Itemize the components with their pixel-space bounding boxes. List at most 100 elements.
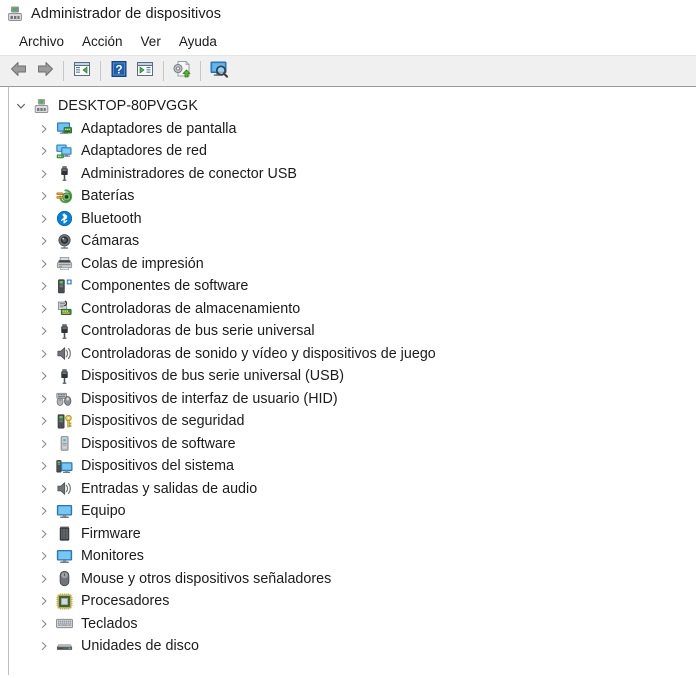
chevron-right-icon[interactable] [36, 301, 52, 317]
speaker-icon [55, 345, 73, 363]
scan-hardware-changes-button[interactable] [206, 59, 232, 83]
tree-item-label: Firmware [81, 525, 141, 542]
chevron-right-icon[interactable] [36, 233, 52, 249]
computer-icon [55, 502, 73, 520]
device-tree: DESKTOP-80PVGGK Adaptadores de pantalla … [9, 87, 696, 658]
chevron-right-icon[interactable] [36, 526, 52, 542]
chevron-right-icon[interactable] [36, 436, 52, 452]
mouse-icon [55, 570, 73, 588]
tree-item-baterias[interactable]: Baterías [9, 185, 696, 208]
tree-item-entradas-y-salidas-de-audio[interactable]: Entradas y salidas de audio [9, 478, 696, 501]
title-bar: Administrador de dispositivos [0, 0, 696, 28]
tree-item-label: Controladoras de sonido y vídeo y dispos… [81, 345, 436, 362]
chevron-right-icon[interactable] [36, 571, 52, 587]
chevron-right-icon[interactable] [36, 593, 52, 609]
tree-item-componentes-de-software[interactable]: Componentes de software [9, 275, 696, 298]
back-arrow-icon [9, 59, 29, 84]
tree-item-bluetooth[interactable]: Bluetooth [9, 208, 696, 231]
properties-button[interactable] [132, 59, 158, 83]
chevron-right-icon[interactable] [36, 323, 52, 339]
tree-item-label: Controladoras de almacenamiento [81, 300, 301, 317]
help-question-icon: ? [109, 59, 129, 84]
tree-item-controladoras-de-bus-serie-universal[interactable]: Controladoras de bus serie universal [9, 320, 696, 343]
tree-item-label: Monitores [81, 548, 144, 565]
back-button[interactable] [6, 59, 32, 83]
chevron-right-icon[interactable] [36, 638, 52, 654]
tree-item-controladoras-de-almacenamiento[interactable]: Controladoras de almacenamiento [9, 298, 696, 321]
update-driver-button[interactable] [169, 59, 195, 83]
audio-io-icon [55, 480, 73, 498]
forward-button[interactable] [32, 59, 58, 83]
tree-item-dispositivos-de-seguridad[interactable]: Dispositivos de seguridad [9, 410, 696, 433]
software-device-icon [55, 435, 73, 453]
tree-item-camaras[interactable]: Cámaras [9, 230, 696, 253]
tree-item-unidades-de-disco[interactable]: Unidades de disco [9, 635, 696, 658]
tree-item-dispositivos-de-interfaz-de-usuario[interactable]: Dispositivos de interfaz de usuario (HID… [9, 388, 696, 411]
storage-controller-icon [55, 300, 73, 318]
show-hide-console-tree-button[interactable] [69, 59, 95, 83]
console-tree-pane: DESKTOP-80PVGGK Adaptadores de pantalla … [8, 87, 696, 675]
toolbar-separator-3 [163, 61, 164, 81]
update-driver-icon [172, 59, 192, 84]
chevron-right-icon[interactable] [36, 211, 52, 227]
chevron-right-icon[interactable] [36, 188, 52, 204]
tree-item-equipo[interactable]: Equipo [9, 500, 696, 523]
processor-icon [55, 592, 73, 610]
tree-item-monitores[interactable]: Monitores [9, 545, 696, 568]
tree-item-label: Dispositivos de interfaz de usuario (HID… [81, 390, 338, 407]
device-manager-icon [6, 5, 24, 23]
chevron-right-icon[interactable] [36, 413, 52, 429]
tree-root-node[interactable]: DESKTOP-80PVGGK [9, 95, 696, 118]
tree-item-adaptadores-de-red[interactable]: Adaptadores de red [9, 140, 696, 163]
tree-item-dispositivos-del-sistema[interactable]: Dispositivos del sistema [9, 455, 696, 478]
tree-item-firmware[interactable]: Firmware [9, 523, 696, 546]
tree-item-teclados[interactable]: Teclados [9, 613, 696, 636]
tree-item-procesadores[interactable]: Procesadores [9, 590, 696, 613]
security-key-icon [55, 412, 73, 430]
tree-item-adaptadores-de-pantalla[interactable]: Adaptadores de pantalla [9, 118, 696, 141]
menu-archivo[interactable]: Archivo [10, 31, 73, 52]
svg-text:?: ? [115, 64, 122, 76]
tree-item-controladoras-de-sonido-y-video[interactable]: Controladoras de sonido y vídeo y dispos… [9, 343, 696, 366]
chevron-right-icon[interactable] [36, 548, 52, 564]
chevron-down-icon[interactable] [13, 98, 29, 114]
tree-item-mouse-y-otros-dispositivos[interactable]: Mouse y otros dispositivos señaladores [9, 568, 696, 591]
chevron-right-icon[interactable] [36, 166, 52, 182]
tree-root-label: DESKTOP-80PVGGK [58, 98, 198, 115]
menu-ayuda[interactable]: Ayuda [170, 31, 226, 52]
properties-window-icon [135, 59, 155, 84]
chevron-right-icon[interactable] [36, 503, 52, 519]
tree-item-label: Teclados [81, 615, 138, 632]
menu-accion[interactable]: Acción [73, 31, 132, 52]
tree-item-dispositivos-de-software[interactable]: Dispositivos de software [9, 433, 696, 456]
chevron-right-icon[interactable] [36, 278, 52, 294]
tree-item-label: Baterías [81, 188, 135, 205]
chevron-right-icon[interactable] [36, 481, 52, 497]
chevron-right-icon[interactable] [36, 143, 52, 159]
tree-item-label: Equipo [81, 503, 126, 520]
chevron-right-icon[interactable] [36, 368, 52, 384]
disk-drive-icon [55, 637, 73, 655]
menu-bar: Archivo Acción Ver Ayuda [0, 28, 696, 56]
chevron-right-icon[interactable] [36, 121, 52, 137]
chevron-right-icon[interactable] [36, 458, 52, 474]
network-adapter-icon [55, 142, 73, 160]
tree-item-label: Dispositivos del sistema [81, 458, 235, 475]
system-device-icon [55, 457, 73, 475]
usb-connector-icon [55, 165, 73, 183]
help-button[interactable]: ? [106, 59, 132, 83]
display-adapter-icon [55, 120, 73, 138]
chevron-right-icon[interactable] [36, 346, 52, 362]
chevron-right-icon[interactable] [36, 616, 52, 632]
chevron-right-icon[interactable] [36, 256, 52, 272]
tree-item-dispositivos-de-bus-serie-universal[interactable]: Dispositivos de bus serie universal (USB… [9, 365, 696, 388]
software-component-icon [55, 277, 73, 295]
firmware-chip-icon [55, 525, 73, 543]
tree-item-colas-de-impresion[interactable]: Colas de impresión [9, 253, 696, 276]
chevron-right-icon[interactable] [36, 391, 52, 407]
tree-item-administradores-de-conector-usb[interactable]: Administradores de conector USB [9, 163, 696, 186]
menu-ver[interactable]: Ver [132, 31, 170, 52]
tree-item-label: Componentes de software [81, 278, 249, 295]
keyboard-icon [55, 615, 73, 633]
tree-item-label: Dispositivos de software [81, 435, 236, 452]
